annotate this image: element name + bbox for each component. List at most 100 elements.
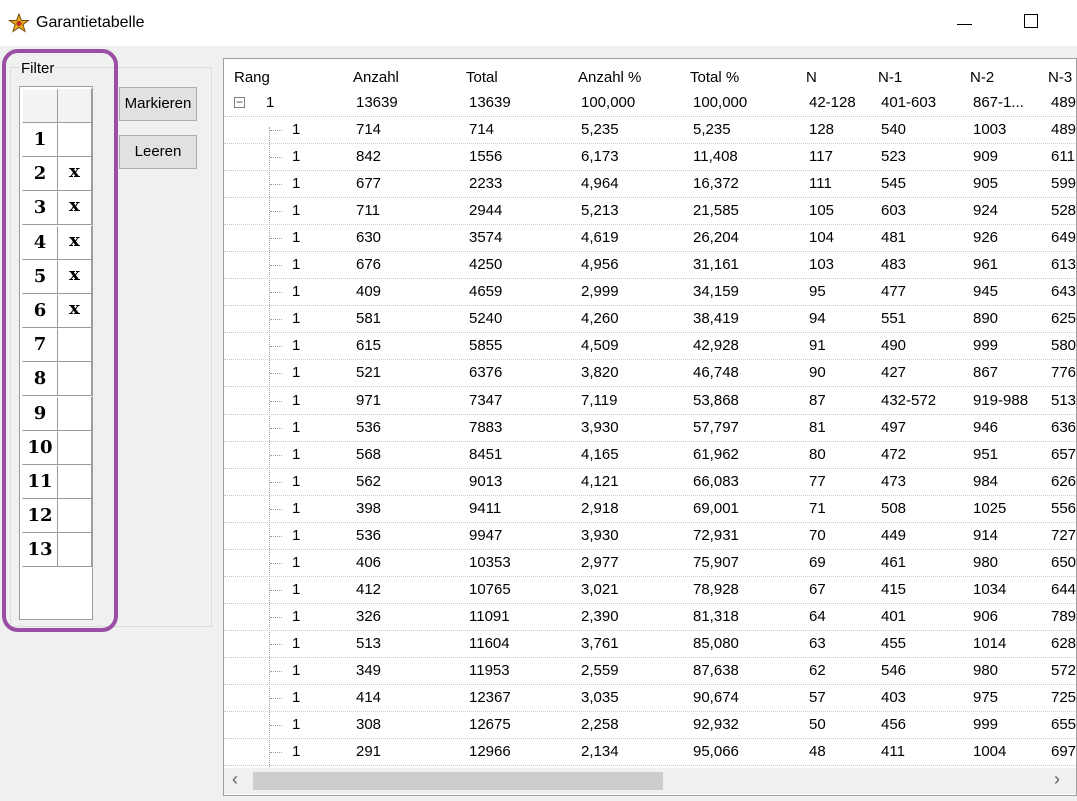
markieren-button[interactable]: Markieren xyxy=(119,87,197,121)
filter-row[interactable]: 5x xyxy=(22,259,92,294)
filter-row-mark[interactable]: x xyxy=(58,157,92,192)
filter-row-number[interactable]: 10 xyxy=(22,430,58,465)
table-row[interactable]: 1 536 7883 3,930 57,797 81 497 946 636 xyxy=(224,415,1076,442)
table-row[interactable]: 1 291 12966 2,134 95,066 48 411 1004 697 xyxy=(224,739,1076,767)
table-cell: 81,318 xyxy=(693,607,739,625)
table-row[interactable]: 1 581 5240 4,260 38,419 94 551 890 625 xyxy=(224,306,1076,334)
filter-row-mark[interactable]: x xyxy=(58,191,92,226)
tree-root-row[interactable]: − 1 13639 13639 100,000 100,000 42-128 401-603 8… xyxy=(224,90,1076,117)
filter-row-mark[interactable]: x xyxy=(58,225,92,260)
filter-row-number[interactable]: 7 xyxy=(22,328,58,363)
filter-row-mark[interactable]: x xyxy=(58,259,92,294)
table-row[interactable]: 1 677 2233 4,964 16,372 111 545 905 599 xyxy=(224,171,1077,199)
table-row[interactable]: 1 308 12675 2,258 92,932 50 456 999 655 xyxy=(224,712,1076,740)
table-row[interactable]: 1 714 714 5,235 5,235 128 540 1003 489 xyxy=(224,117,1076,144)
table-cell: 95,066 xyxy=(693,743,739,761)
table-cell: 2,999 xyxy=(581,283,619,301)
filter-row[interactable]: 13 xyxy=(22,533,92,568)
filter-row-mark[interactable] xyxy=(58,499,92,534)
filter-row[interactable]: 12 xyxy=(22,499,92,534)
scroll-left-icon[interactable]: ‹ xyxy=(232,769,238,790)
table-row[interactable]: 1 349 11953 2,559 87,638 62 546 980 572 xyxy=(224,658,1076,685)
table-row[interactable]: 1 568 8451 4,165 61,962 80 472 951 657 xyxy=(224,442,1076,469)
scroll-right-icon[interactable]: › xyxy=(1054,769,1060,790)
filter-row-mark[interactable] xyxy=(58,533,92,568)
table-row[interactable]: 1 521 6376 3,820 46,748 90 427 867 776 xyxy=(224,360,1076,388)
filter-row[interactable]: 11 xyxy=(22,465,92,499)
tree-branch-line xyxy=(270,427,282,429)
column-header[interactable]: N-3 xyxy=(1048,69,1072,86)
table-row[interactable]: 1 562 9013 4,121 66,083 77 473 984 626 xyxy=(224,469,1076,496)
filter-row[interactable]: 10 xyxy=(22,430,92,465)
table-row[interactable]: 1 971 7347 7,119 53,868 87 432-572 919-988 513 xyxy=(224,388,1076,415)
filter-row-number[interactable]: 11 xyxy=(22,465,58,499)
filter-row[interactable]: 4x xyxy=(22,225,92,260)
filter-row[interactable]: 8 xyxy=(22,362,92,397)
table-cell: 12966 xyxy=(469,743,511,761)
table-row[interactable]: 1 842 1556 6,173 11,408 117 523 909 611 xyxy=(224,144,1076,172)
filter-row-mark[interactable] xyxy=(58,465,92,499)
filter-row-number[interactable]: 13 xyxy=(22,533,58,568)
table-row[interactable]: 1 406 10353 2,977 75,907 69 461 980 650 xyxy=(224,550,1076,577)
column-header[interactable]: N-1 xyxy=(878,69,902,86)
column-header[interactable]: Rang xyxy=(234,69,270,86)
column-header[interactable]: Total xyxy=(466,69,498,86)
filter-row-mark[interactable] xyxy=(58,430,92,465)
filter-row[interactable]: 1 xyxy=(22,123,92,157)
filter-row-number[interactable]: 4 xyxy=(22,225,58,260)
filter-row-mark[interactable]: x xyxy=(58,294,92,328)
column-header[interactable]: N xyxy=(806,69,817,86)
table-cell: 414 xyxy=(356,689,382,707)
table-row[interactable]: 1 711 2944 5,213 21,585 105 603 924 528 xyxy=(224,198,1076,226)
column-header[interactable]: Anzahl % xyxy=(578,69,641,86)
leeren-button[interactable]: Leeren xyxy=(119,135,197,169)
table-row[interactable]: 1 398 9411 2,918 69,001 71 508 1025 556 xyxy=(224,496,1076,523)
filter-row-number[interactable]: 6 xyxy=(22,294,58,328)
table-cell: 81 xyxy=(809,418,826,436)
table-row[interactable]: 1 630 3574 4,619 26,204 104 481 926 649 xyxy=(224,225,1076,253)
table-cell: 48 xyxy=(809,743,826,761)
filter-row[interactable]: 3x xyxy=(22,191,92,226)
table-row[interactable]: 1 409 4659 2,999 34,159 95 477 945 643 xyxy=(224,279,1076,307)
filter-grid[interactable]: 1 2 x 3 x 4 x 5 x 6 x 7 8 9 10 11 12 13 xyxy=(19,86,93,620)
horizontal-scrollbar[interactable]: ‹ › xyxy=(224,768,1076,794)
table-row[interactable]: 1 412 10765 3,021 78,928 67 415 1034 644 xyxy=(224,577,1076,604)
filter-row-mark[interactable] xyxy=(58,328,92,363)
column-header[interactable]: N-2 xyxy=(970,69,994,86)
table-cell: 725 xyxy=(1051,689,1077,707)
table-row[interactable]: 1 676 4250 4,956 31,161 103 483 961 613 xyxy=(224,252,1076,280)
maximize-button[interactable] xyxy=(1024,14,1038,28)
filter-row-number[interactable]: 12 xyxy=(22,499,58,534)
table-row[interactable]: 1 536 9947 3,930 72,931 70 449 914 727 xyxy=(224,523,1076,550)
filter-row-number[interactable]: 8 xyxy=(22,362,58,397)
table-cell: 599 xyxy=(1051,175,1077,193)
filter-row-number[interactable]: 9 xyxy=(22,396,58,431)
filter-row[interactable]: 6x xyxy=(22,294,92,328)
filter-row-number[interactable]: 2 xyxy=(22,157,58,192)
table-cell: 1 xyxy=(292,607,301,625)
minimize-button[interactable] xyxy=(955,10,975,34)
table-cell: 789 xyxy=(1051,607,1077,625)
collapse-icon[interactable]: − xyxy=(234,96,245,108)
filter-row-mark[interactable] xyxy=(58,123,92,157)
table-cell: 291 xyxy=(356,743,382,761)
filter-row-number[interactable]: 5 xyxy=(22,259,58,294)
filter-row[interactable]: 2x xyxy=(22,157,92,192)
column-header[interactable]: Total % xyxy=(690,69,739,86)
column-header[interactable]: Anzahl xyxy=(353,69,399,86)
filter-row[interactable]: 9 xyxy=(22,396,92,431)
table-cell: 5855 xyxy=(469,337,503,355)
table-row[interactable]: 1 513 11604 3,761 85,080 63 455 1014 628 xyxy=(224,631,1076,658)
table-row[interactable]: 1 615 5855 4,509 42,928 91 490 999 580 xyxy=(224,333,1076,361)
filter-row-mark[interactable] xyxy=(58,362,92,397)
filter-row-number[interactable]: 1 xyxy=(22,123,58,157)
filter-row-mark[interactable] xyxy=(58,396,92,431)
table-row[interactable]: 1 326 11091 2,390 81,318 64 401 906 789 xyxy=(224,604,1076,631)
table-cell: 628 xyxy=(1051,634,1077,652)
guarantee-tree-table[interactable]: − 1 13639 13639 100,000 100,000 42-128 401-603 8… xyxy=(223,58,1077,796)
tree-branch-line xyxy=(270,373,282,375)
filter-row[interactable]: 7 xyxy=(22,328,92,363)
scrollbar-thumb[interactable] xyxy=(253,772,663,790)
filter-row-number[interactable]: 3 xyxy=(22,191,58,226)
table-row[interactable]: 1 414 12367 3,035 90,674 57 403 975 725 xyxy=(224,685,1077,713)
